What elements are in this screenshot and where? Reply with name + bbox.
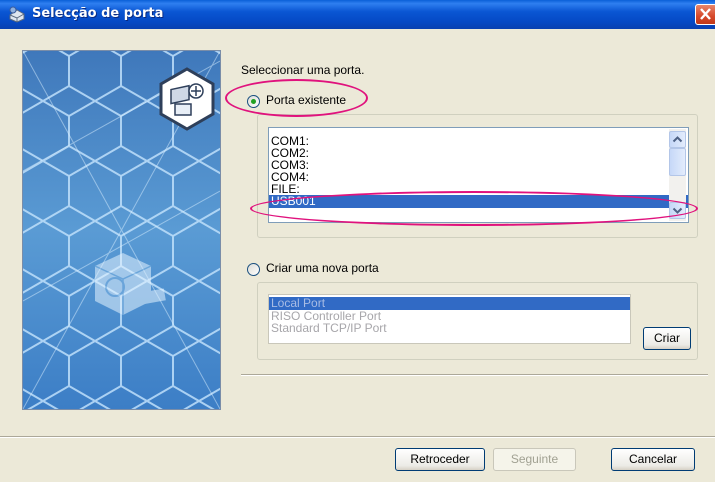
printer-port-icon	[9, 6, 25, 23]
existing-port-label[interactable]: Porta existente	[266, 93, 346, 107]
new-port-label[interactable]: Criar uma nova porta	[266, 261, 379, 275]
computer-port-icon	[159, 67, 215, 131]
back-button[interactable]: Retroceder	[395, 448, 485, 471]
close-icon	[700, 8, 711, 20]
port-type-list[interactable]: Local Port RISO Controller Port Standard…	[268, 294, 631, 344]
existing-port-radio[interactable]	[247, 95, 260, 108]
cancel-button-label: Cancelar	[628, 452, 678, 466]
title-bar: Selecção de porta	[0, 0, 715, 29]
content-divider	[241, 374, 708, 376]
window-title: Selecção de porta	[32, 6, 164, 21]
wizard-illustration	[22, 50, 221, 410]
list-item[interactable]: COM4:	[269, 171, 688, 183]
new-port-radio[interactable]	[247, 263, 260, 276]
scroll-thumb[interactable]	[669, 148, 686, 176]
port-selection-dialog: Selecção de porta Seleccionar uma porta.…	[0, 0, 715, 482]
list-item-selected[interactable]: USB001	[269, 195, 688, 208]
scroll-down-button[interactable]	[669, 202, 686, 219]
list-item[interactable]: COM1:	[269, 135, 688, 147]
scroll-up-button[interactable]	[669, 131, 686, 148]
next-button[interactable]: Seguinte	[493, 448, 576, 471]
footer-divider	[0, 436, 715, 438]
port-list-scrollbar[interactable]	[669, 129, 686, 221]
close-button[interactable]	[695, 4, 715, 25]
list-item[interactable]: COM2:	[269, 147, 688, 159]
scroll-up-icon	[672, 136, 683, 143]
back-button-label: Retroceder	[410, 452, 470, 466]
existing-port-list[interactable]: COM1: COM2: COM3: COM4: FILE: USB001	[268, 127, 689, 223]
next-button-label: Seguinte	[510, 452, 559, 466]
list-item[interactable]: Standard TCP/IP Port	[269, 322, 630, 334]
scroll-down-icon	[672, 207, 683, 214]
cancel-button[interactable]: Cancelar	[611, 448, 695, 471]
instruction-text: Seleccionar uma porta.	[241, 63, 365, 77]
create-port-button[interactable]: Criar	[643, 327, 691, 350]
list-item[interactable]: FILE:	[269, 183, 688, 195]
list-item[interactable]: COM3:	[269, 159, 688, 171]
hexagon-pattern	[23, 51, 220, 409]
